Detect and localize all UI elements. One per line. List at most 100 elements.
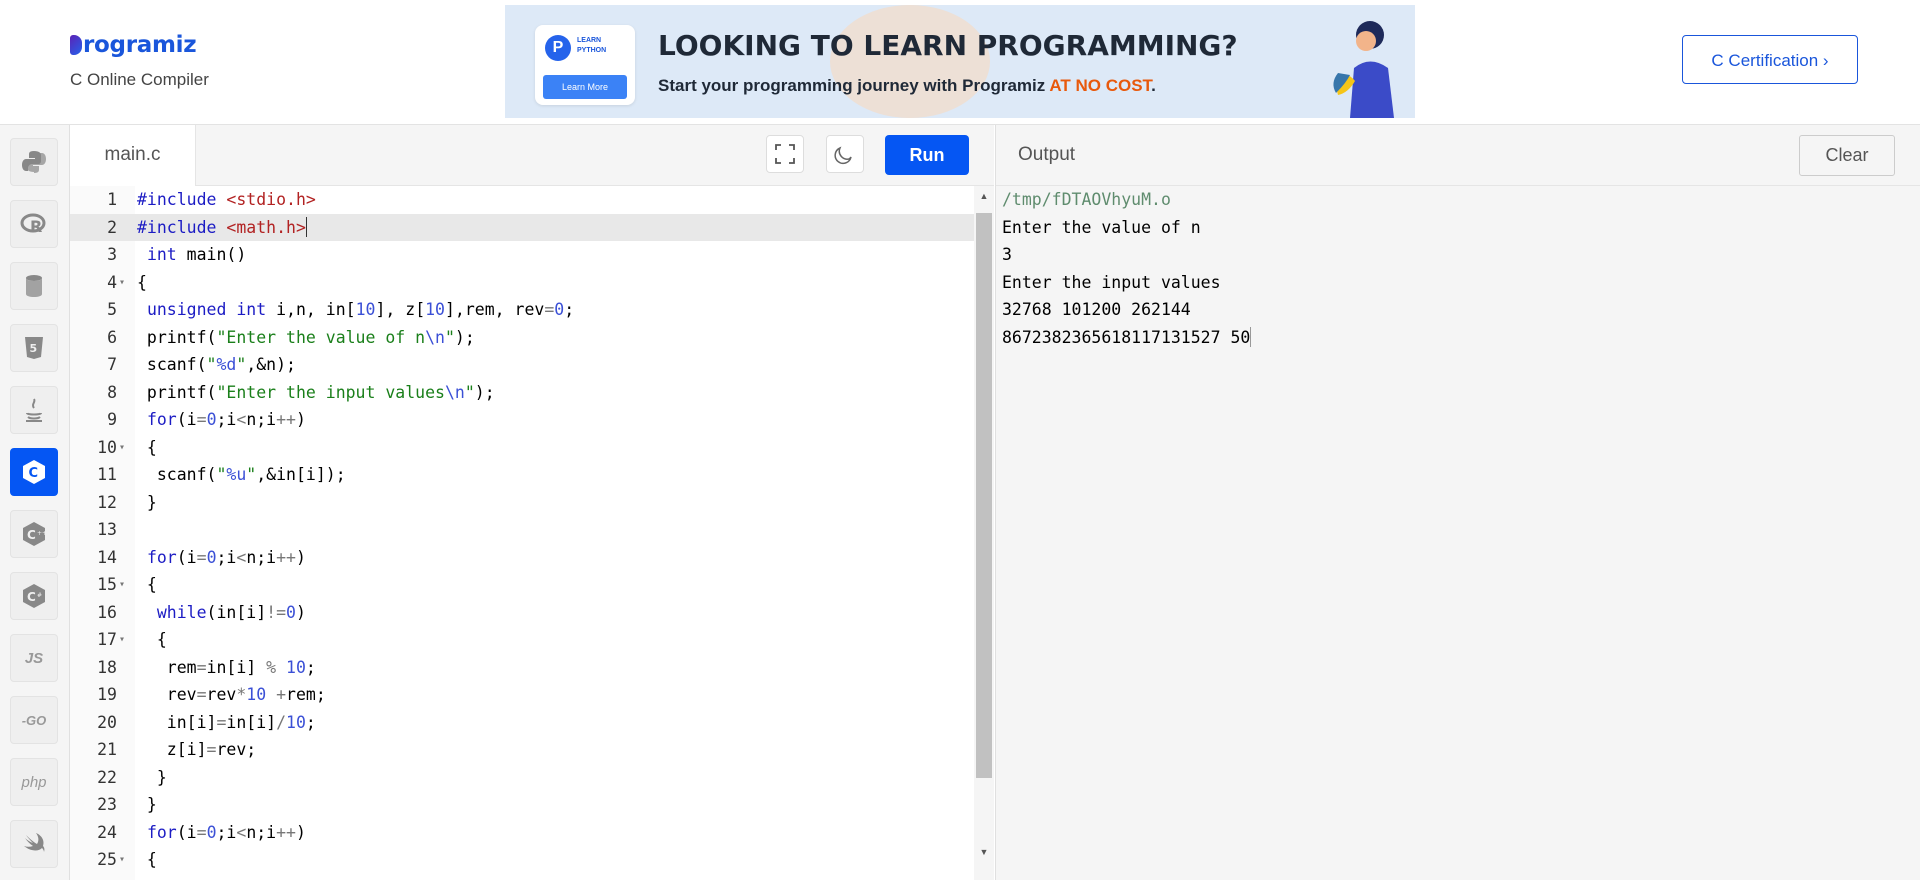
c-certification-button[interactable]: C Certification › <box>1682 35 1858 84</box>
code-text[interactable]: { <box>137 846 157 873</box>
code-text[interactable]: scanf("%d",&n); <box>137 351 296 378</box>
banner-p-icon: P <box>545 35 571 61</box>
code-text[interactable]: unsigned int i,n, in[10], z[10],rem, rev… <box>137 296 574 323</box>
scroll-up-icon[interactable]: ▲ <box>975 191 993 203</box>
fold-arrow-icon[interactable]: ▾ <box>119 846 131 873</box>
code-area[interactable]: 1 #include <stdio.h> 2 #include <math.h> 3 i… <box>70 186 974 880</box>
cpp-icon: C ++ <box>23 522 47 546</box>
code-line[interactable]: 20 in[i]=in[i]/10; <box>70 709 974 736</box>
php-icon: php <box>21 773 47 791</box>
code-text[interactable]: scanf("%u",&in[i]); <box>137 461 346 488</box>
code-text[interactable]: #include <math.h> <box>137 214 307 241</box>
code-line[interactable]: 6 printf("Enter the value of n\n"); <box>70 324 974 351</box>
clear-button[interactable]: Clear <box>1799 135 1895 176</box>
code-line[interactable]: 4 ▾{ <box>70 269 974 296</box>
code-text[interactable]: rev=rev*10 +rem; <box>137 681 326 708</box>
logo-text: rogramiz <box>83 32 197 58</box>
sidebar-item-sql[interactable] <box>10 262 58 310</box>
code-text[interactable]: printf("Enter the input values\n"); <box>137 379 495 406</box>
code-text[interactable]: for(i=0;i<n;i++) <box>137 544 306 571</box>
line-number: 2 <box>107 217 117 237</box>
code-line[interactable]: 19 rev=rev*10 +rem; <box>70 681 974 708</box>
sql-icon <box>26 275 42 297</box>
sidebar-item-c[interactable]: C <box>10 448 58 496</box>
tab-main-c[interactable]: main.c <box>70 125 196 186</box>
code-text[interactable]: for(i=0;i<n;i++) <box>137 819 306 846</box>
svg-text:#: # <box>37 592 42 599</box>
code-line[interactable]: 9 for(i=0;i<n;i++) <box>70 406 974 433</box>
code-text[interactable]: } <box>137 764 167 791</box>
sidebar-item-swift[interactable] <box>10 820 58 868</box>
output-line: Enter the value of n <box>1002 217 1201 237</box>
code-line[interactable]: 23 } <box>70 791 974 818</box>
code-line[interactable]: 25 ▾ { <box>70 846 974 873</box>
code-text[interactable]: printf("Enter the value of n\n"); <box>137 324 475 351</box>
code-text[interactable]: for(i=0;i<n;i++) <box>137 406 306 433</box>
code-text[interactable]: } <box>137 791 157 818</box>
code-line[interactable]: 14 for(i=0;i<n;i++) <box>70 544 974 571</box>
sidebar-item-html[interactable]: 5 <box>10 324 58 372</box>
code-text[interactable]: { <box>137 269 147 296</box>
fold-arrow-icon[interactable]: ▾ <box>119 626 131 653</box>
output-line: 8672382365618117131527 50 <box>1002 326 1252 347</box>
sidebar-item-r[interactable]: R <box>10 200 58 248</box>
code-line[interactable]: 13 <box>70 516 974 543</box>
svg-text:++: ++ <box>37 530 47 537</box>
code-line[interactable]: 2 #include <math.h> <box>70 213 974 241</box>
code-line[interactable]: 17 ▾ { <box>70 626 974 653</box>
fold-arrow-icon[interactable]: ▾ <box>119 571 131 598</box>
svg-text:C: C <box>27 590 36 604</box>
code-line[interactable]: 11 scanf("%u",&in[i]); <box>70 461 974 488</box>
run-button[interactable]: Run <box>885 135 969 175</box>
code-text[interactable]: #include <stdio.h> <box>137 186 316 213</box>
sidebar-item-java[interactable] <box>10 386 58 434</box>
line-number: 21 <box>97 740 117 759</box>
code-line[interactable]: 24 for(i=0;i<n;i++) <box>70 819 974 846</box>
svg-text:5: 5 <box>30 342 38 355</box>
line-number: 20 <box>97 712 117 732</box>
programiz-logo[interactable]: rogramiz <box>70 32 197 58</box>
ad-banner[interactable]: P LEARN PYTHON Learn More LOOKING TO LEAR… <box>505 5 1415 118</box>
code-text[interactable]: } <box>137 489 157 516</box>
editor-scroll-thumb[interactable] <box>976 213 992 778</box>
swift-icon <box>24 833 45 852</box>
code-line[interactable]: 18 rem=in[i] % 10; <box>70 654 974 681</box>
output-console[interactable]: /tmp/fDTAOVhyuM.o Enter the value of n 3 En… <box>1002 186 1252 351</box>
sidebar-item-php[interactable]: php <box>10 758 58 806</box>
theme-toggle-button[interactable] <box>826 135 864 173</box>
code-text[interactable]: rem=in[i] % 10; <box>137 654 316 681</box>
banner-learn-more-button[interactable]: Learn More <box>543 75 627 99</box>
code-line[interactable]: 3 int main() <box>70 241 974 268</box>
code-text[interactable]: while(in[i]!=0) <box>137 599 306 626</box>
sidebar-item-csharp[interactable]: C # <box>10 572 58 620</box>
code-text[interactable]: { <box>137 571 157 598</box>
output-line: Enter the input values <box>1002 272 1221 292</box>
code-line[interactable]: 8 printf("Enter the input values\n"); <box>70 379 974 406</box>
go-icon: -GO <box>21 712 47 728</box>
code-line[interactable]: 22 } <box>70 764 974 791</box>
code-text[interactable]: int main() <box>137 241 246 268</box>
code-text[interactable]: { <box>137 434 157 461</box>
sidebar-item-cpp[interactable]: C ++ <box>10 510 58 558</box>
code-text[interactable]: { <box>137 626 167 653</box>
sidebar-item-python[interactable] <box>10 138 58 186</box>
banner-illustration-icon <box>1333 21 1394 118</box>
fold-arrow-icon[interactable]: ▾ <box>119 269 131 296</box>
code-line[interactable]: 15 ▾ { <box>70 571 974 598</box>
output-toolbar: Output Clear <box>996 125 1920 186</box>
sidebar-item-js[interactable]: JS <box>10 634 58 682</box>
code-line[interactable]: 7 scanf("%d",&n); <box>70 351 974 378</box>
code-line[interactable]: 21 z[i]=rev; <box>70 736 974 763</box>
line-number: 9 <box>107 410 117 429</box>
code-line[interactable]: 1 #include <stdio.h> <box>70 186 974 213</box>
code-text[interactable]: in[i]=in[i]/10; <box>137 709 316 736</box>
scroll-down-icon[interactable]: ▼ <box>975 847 993 859</box>
code-line[interactable]: 16 while(in[i]!=0) <box>70 599 974 626</box>
code-line[interactable]: 12 } <box>70 489 974 516</box>
code-line[interactable]: 5 unsigned int i,n, in[10], z[10],rem, r… <box>70 296 974 323</box>
code-line[interactable]: 10 ▾ { <box>70 434 974 461</box>
fold-arrow-icon[interactable]: ▾ <box>119 434 131 461</box>
code-text[interactable]: z[i]=rev; <box>137 736 256 763</box>
fullscreen-button[interactable] <box>766 135 804 173</box>
sidebar-item-go[interactable]: -GO <box>10 696 58 744</box>
